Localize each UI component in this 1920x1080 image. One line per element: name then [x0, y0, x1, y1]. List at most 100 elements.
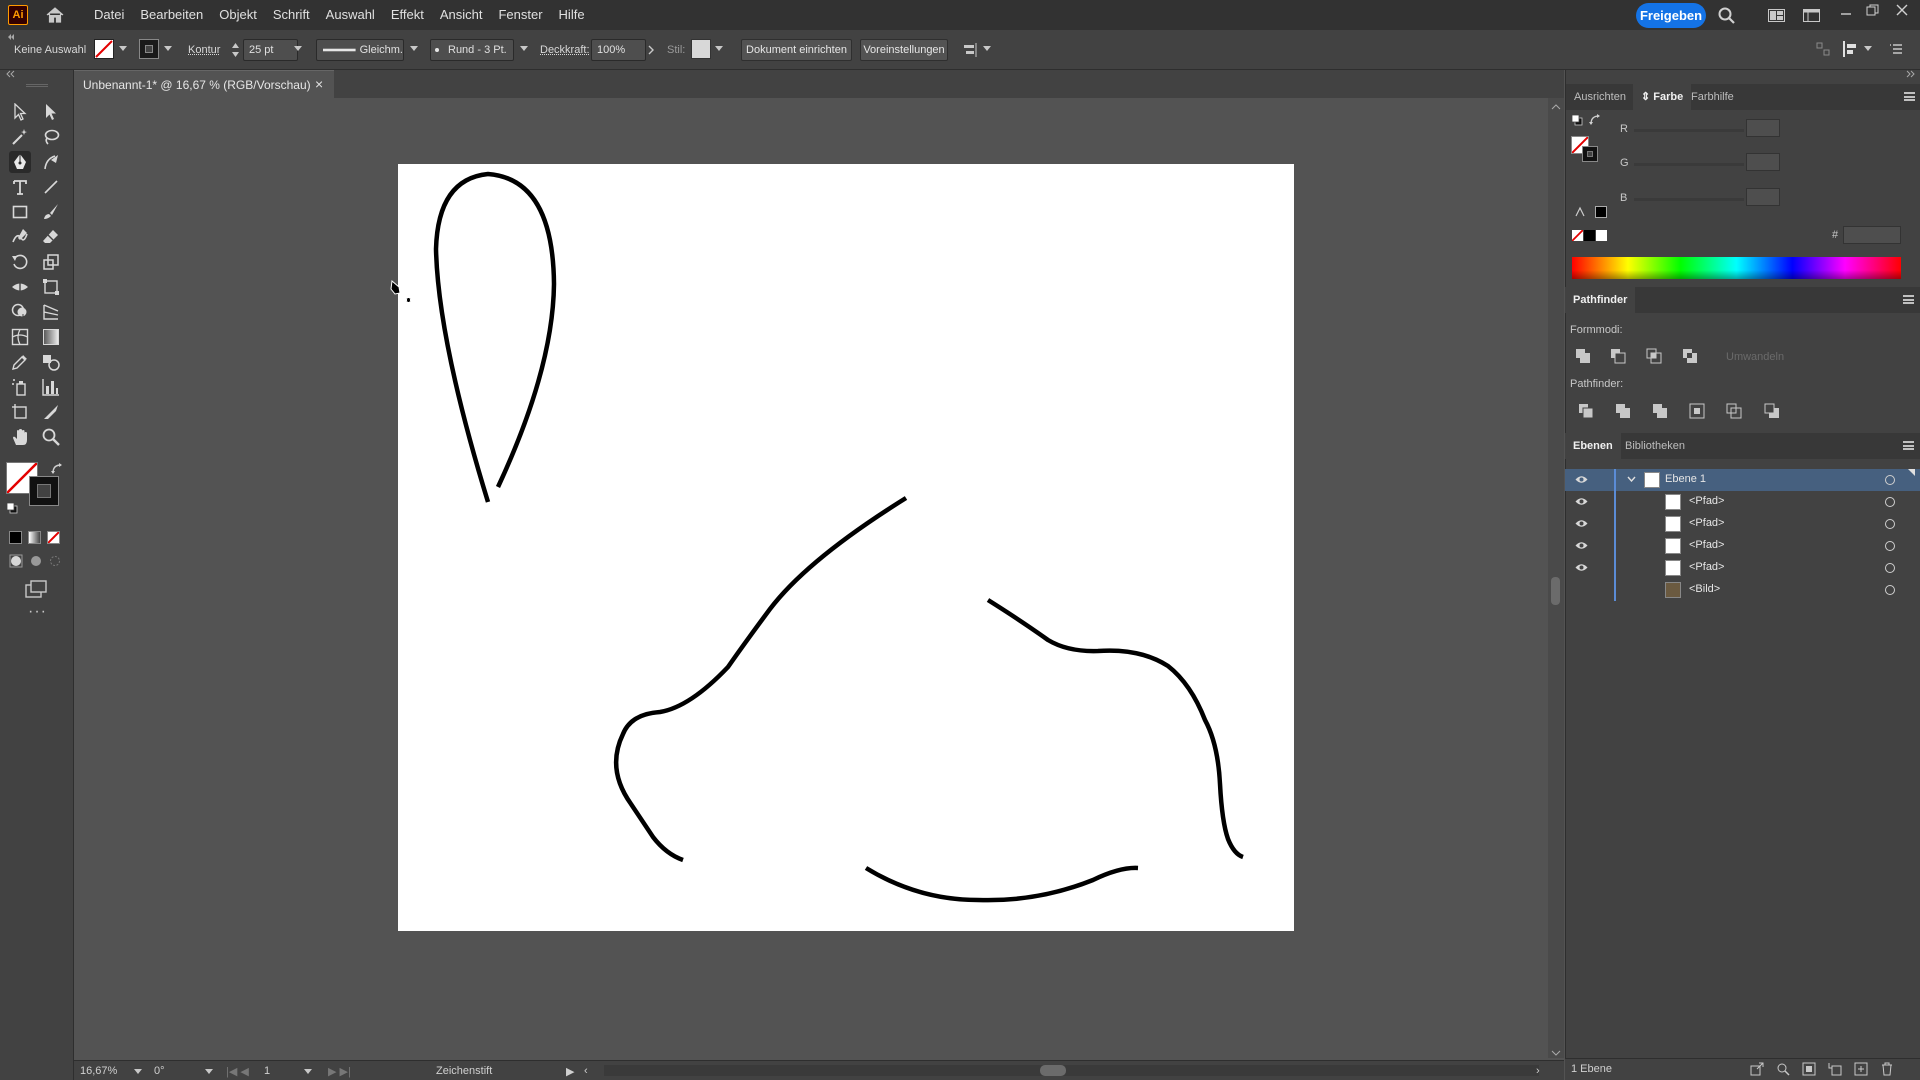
status-expand-icon[interactable]: ▶: [566, 1065, 574, 1078]
stroke-weight-input[interactable]: 25 pt: [243, 39, 298, 61]
hand-tool-icon[interactable]: [9, 426, 31, 448]
scroll-down-icon[interactable]: [1551, 1050, 1561, 1056]
color-spectrum[interactable]: [1572, 257, 1901, 279]
tab-ebenen[interactable]: Ebenen: [1565, 433, 1621, 459]
drawn-path-belly[interactable]: [864, 865, 1139, 903]
direct-selection-tool-icon[interactable]: [40, 101, 62, 123]
rotation-value[interactable]: 0°: [154, 1065, 165, 1077]
lasso-tool-icon[interactable]: [40, 126, 62, 148]
web-safe-color-swatch[interactable]: [1595, 206, 1607, 218]
eyedropper-tool-icon[interactable]: [9, 351, 31, 373]
rotation-dropdown-icon[interactable]: [205, 1069, 213, 1074]
snap-dropdown-icon[interactable]: [1864, 46, 1872, 51]
layer-target-icon[interactable]: [1885, 585, 1895, 595]
rectangle-tool-icon[interactable]: [9, 201, 31, 223]
control-bar-menu-icon[interactable]: [1889, 42, 1903, 56]
stroke-dropdown-icon[interactable]: [164, 46, 172, 51]
pathfinder-menu-icon[interactable]: [1903, 295, 1914, 304]
dock-collapse-icon[interactable]: [1906, 70, 1916, 78]
layer-item-name[interactable]: <Pfad>: [1689, 539, 1724, 551]
toolbar-grip[interactable]: [26, 84, 48, 87]
rotate-tool-icon[interactable]: [9, 251, 31, 273]
first-artboard-icon[interactable]: |◀ ◀: [226, 1065, 249, 1078]
visibility-eye-icon[interactable]: [1575, 519, 1588, 528]
menu-objekt[interactable]: Objekt: [211, 0, 265, 30]
layer-row-path-3[interactable]: <Pfad>: [1565, 535, 1920, 557]
swap-fill-stroke-icon[interactable]: [51, 463, 63, 475]
visibility-eye-icon[interactable]: [1575, 541, 1588, 550]
exclude-icon[interactable]: [1682, 348, 1698, 364]
scale-tool-icon[interactable]: [40, 251, 62, 273]
tab-bibliotheken[interactable]: Bibliotheken: [1617, 433, 1693, 459]
stroke-swatch[interactable]: [139, 39, 159, 59]
zoom-dropdown-icon[interactable]: [134, 1069, 142, 1074]
opacity-expand-icon[interactable]: [648, 45, 654, 55]
new-layer-icon[interactable]: [1854, 1062, 1868, 1076]
preferences-button[interactable]: Voreinstellungen: [860, 39, 948, 61]
tab-farbhilfe[interactable]: Farbhilfe: [1683, 84, 1742, 110]
shaper-tool-icon[interactable]: [9, 226, 31, 248]
channel-b-input[interactable]: [1746, 188, 1780, 206]
unite-icon[interactable]: [1575, 348, 1591, 364]
hscroll-right-icon[interactable]: ›: [1536, 1065, 1540, 1077]
document-tab-close-icon[interactable]: ×: [315, 76, 323, 92]
expand-button[interactable]: Umwandeln: [1726, 351, 1784, 363]
new-sublayer-icon[interactable]: [1828, 1062, 1842, 1076]
layer-target-icon[interactable]: [1885, 541, 1895, 551]
layer-item-name[interactable]: <Pfad>: [1689, 495, 1724, 507]
minimize-icon[interactable]: [1840, 6, 1852, 18]
menu-auswahl[interactable]: Auswahl: [318, 0, 383, 30]
pen-tool-icon[interactable]: [9, 151, 31, 173]
stroke-weight-dropdown-icon[interactable]: [294, 46, 302, 51]
width-profile-select[interactable]: Gleichm.: [316, 39, 404, 61]
brush-dropdown-icon[interactable]: [520, 46, 528, 51]
symbol-sprayer-tool-icon[interactable]: [9, 376, 31, 398]
fill-stroke-mini-icon[interactable]: [1571, 114, 1583, 126]
last-artboard-icon[interactable]: ▶ ▶|: [328, 1065, 351, 1078]
fill-dropdown-icon[interactable]: [119, 46, 127, 51]
selection-tool-icon[interactable]: [9, 101, 31, 123]
document-tab[interactable]: Unbenannt-1* @ 16,67 % (RGB/Vorschau): [74, 70, 334, 98]
stroke-indicator[interactable]: [29, 476, 59, 506]
hex-input[interactable]: [1843, 226, 1901, 244]
close-icon[interactable]: [1896, 4, 1908, 16]
channel-g-input[interactable]: [1746, 153, 1780, 171]
paintbrush-tool-icon[interactable]: [40, 201, 62, 223]
layer-row-path-4[interactable]: <Pfad>: [1565, 557, 1920, 579]
crop-icon[interactable]: [1689, 403, 1705, 419]
arrange-icon[interactable]: [1816, 42, 1830, 56]
maximize-icon[interactable]: [1866, 4, 1879, 17]
export-icon[interactable]: [1750, 1062, 1764, 1076]
panel-grip-icon[interactable]: [8, 34, 14, 40]
out-of-gamut-icon[interactable]: [1574, 206, 1586, 218]
tab-ausrichten[interactable]: Ausrichten: [1566, 84, 1634, 110]
menu-datei[interactable]: Datei: [86, 0, 132, 30]
menu-ansicht[interactable]: Ansicht: [432, 0, 491, 30]
opacity-input[interactable]: 100%: [591, 39, 646, 61]
merge-icon[interactable]: [1652, 403, 1668, 419]
artboard-tool-icon[interactable]: [9, 401, 31, 423]
trim-icon[interactable]: [1615, 403, 1631, 419]
stroke-weight-stepper-icon[interactable]: [231, 41, 240, 59]
menu-fenster[interactable]: Fenster: [490, 0, 550, 30]
share-button[interactable]: Freigeben: [1636, 3, 1706, 28]
toolbar-collapse-icon[interactable]: [6, 70, 16, 78]
channel-g-slider[interactable]: [1634, 163, 1744, 166]
channel-r-slider[interactable]: [1634, 129, 1744, 132]
locate-object-icon[interactable]: [1776, 1062, 1790, 1076]
visibility-eye-icon[interactable]: [1575, 497, 1588, 506]
width-tool-icon[interactable]: [9, 276, 31, 298]
vertical-scrollbar-thumb[interactable]: [1551, 577, 1560, 605]
align-options-icon[interactable]: [962, 42, 978, 58]
opacity-label[interactable]: Deckkraft:: [540, 44, 590, 56]
intersect-icon[interactable]: [1646, 348, 1662, 364]
layers-menu-icon[interactable]: [1903, 441, 1914, 450]
mesh-tool-icon[interactable]: [9, 326, 31, 348]
color-mode-icon[interactable]: [9, 531, 22, 544]
hscroll-left-icon[interactable]: ‹: [584, 1065, 588, 1077]
layer-item-name[interactable]: <Pfad>: [1689, 561, 1724, 573]
tab-pathfinder[interactable]: Pathfinder: [1565, 287, 1636, 313]
artboard-number[interactable]: 1: [264, 1065, 270, 1077]
layer-target-icon[interactable]: [1885, 497, 1895, 507]
graphic-style-swatch[interactable]: [691, 39, 711, 59]
